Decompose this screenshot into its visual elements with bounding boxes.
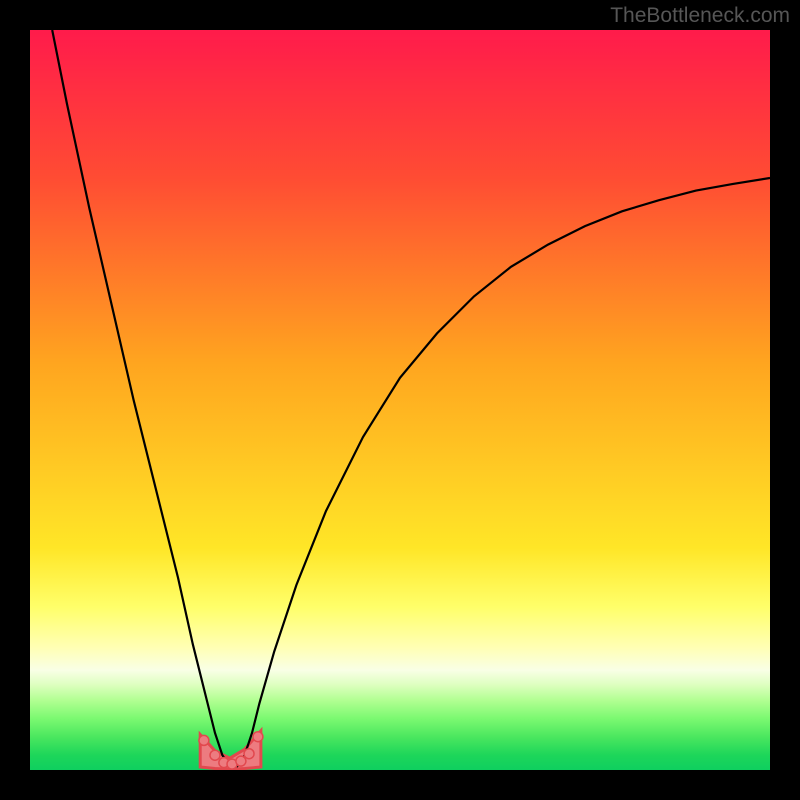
- highlight-point: [210, 750, 220, 760]
- highlight-point: [244, 749, 254, 759]
- watermark-text: TheBottleneck.com: [610, 4, 790, 28]
- plot-area: [30, 30, 770, 770]
- highlight-point: [199, 735, 209, 745]
- chart-container: TheBottleneck.com: [0, 0, 800, 800]
- gradient-background: [30, 30, 770, 770]
- highlight-point: [236, 756, 246, 766]
- plot-svg: [30, 30, 770, 770]
- highlight-point: [253, 732, 263, 742]
